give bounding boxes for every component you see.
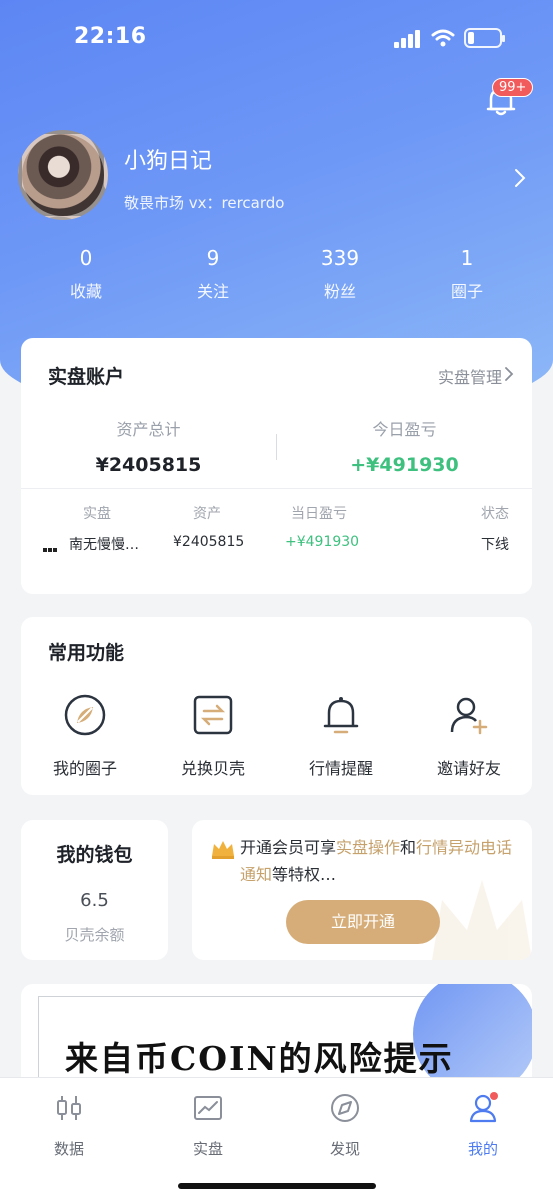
add-user-icon bbox=[450, 697, 488, 735]
tab-data[interactable]: 数据 bbox=[24, 1092, 114, 1159]
wallet-title: 我的钱包 bbox=[56, 844, 133, 866]
today-pnl: 今日盈亏 +¥491930 bbox=[277, 416, 532, 476]
total-assets-label: 资产总计 bbox=[116, 420, 181, 439]
exchange-icon bbox=[193, 695, 233, 735]
stat-value: 339 bbox=[320, 246, 360, 270]
tab-me[interactable]: 我的 bbox=[438, 1092, 528, 1159]
wallet-balance-label: 贝壳余额 bbox=[64, 926, 125, 944]
function-label: 行情提醒 bbox=[308, 759, 373, 778]
account-row-pnl: +¥491930 bbox=[285, 534, 360, 550]
promo-highlight: 实盘操作 bbox=[336, 838, 401, 857]
candlestick-icon bbox=[57, 1096, 81, 1120]
tab-label: 实盘 bbox=[192, 1140, 223, 1158]
wallet-balance: 6.5 bbox=[80, 890, 109, 911]
user-icon bbox=[469, 1092, 498, 1123]
stat-following[interactable]: 9 关注 bbox=[163, 246, 263, 302]
tab-label: 发现 bbox=[329, 1140, 360, 1158]
account-row-status: 下线 bbox=[481, 537, 509, 553]
chart-icon bbox=[194, 1096, 222, 1120]
bottom-tab-bar: 数据 实盘 发现 我的 bbox=[0, 1077, 553, 1200]
divider bbox=[21, 488, 532, 489]
column-header: 状态 bbox=[481, 506, 509, 522]
live-account-card: 实盘账户 实盘管理 资产总计 ¥2405815 今日盈亏 +¥491930 实盘… bbox=[21, 338, 532, 594]
battery-icon bbox=[464, 28, 505, 48]
card-title: 常用功能 bbox=[48, 642, 125, 664]
function-my-circle[interactable]: 我的圈子 bbox=[30, 693, 140, 779]
avatar[interactable] bbox=[18, 130, 108, 220]
column-header: 当日盈亏 bbox=[291, 506, 347, 522]
okx-logo-icon bbox=[43, 537, 63, 552]
stat-label: 收藏 bbox=[69, 282, 102, 301]
home-indicator bbox=[178, 1183, 376, 1189]
today-pnl-value: +¥491930 bbox=[350, 454, 459, 476]
promo-text-part: 开通会员可享 bbox=[240, 838, 337, 857]
membership-promo-card: 开通会员可享实盘操作和行情异动电话通知等特权… 立即开通 bbox=[192, 820, 532, 960]
chevron-right-icon[interactable] bbox=[504, 366, 514, 382]
stat-label: 粉丝 bbox=[323, 282, 356, 301]
total-assets: 资产总计 ¥2405815 bbox=[21, 416, 276, 476]
function-exchange-shells[interactable]: 兑换贝壳 bbox=[158, 693, 268, 779]
notification-badge: 99+ bbox=[492, 78, 534, 97]
bell-icon bbox=[323, 697, 359, 734]
account-row-name[interactable]: 南无慢慢… bbox=[69, 534, 139, 554]
total-assets-value: ¥2405815 bbox=[95, 454, 202, 476]
crown-icon bbox=[212, 841, 234, 859]
open-membership-button[interactable]: 立即开通 bbox=[286, 900, 440, 944]
chevron-right-icon[interactable] bbox=[514, 168, 526, 188]
tab-label: 数据 bbox=[53, 1140, 84, 1158]
account-row-assets: ¥2405815 bbox=[173, 534, 245, 550]
stat-followers[interactable]: 339 粉丝 bbox=[290, 246, 390, 302]
compass-icon bbox=[64, 694, 106, 736]
card-title: 实盘账户 bbox=[48, 366, 125, 388]
function-label: 兑换贝壳 bbox=[180, 759, 245, 778]
signal-icon bbox=[394, 30, 422, 48]
common-functions-card: 常用功能 我的圈子 兑换贝壳 行情提醒 邀请好友 bbox=[21, 617, 532, 795]
stat-favorites[interactable]: 0 收藏 bbox=[36, 246, 136, 302]
function-invite-friends[interactable]: 邀请好友 bbox=[414, 693, 524, 779]
stat-value: 0 bbox=[79, 246, 93, 270]
risk-banner-text: 来自币COIN的风险提示 bbox=[65, 1039, 454, 1078]
stat-circles[interactable]: 1 圈子 bbox=[417, 246, 517, 302]
account-manage-link[interactable]: 实盘管理 bbox=[438, 364, 502, 388]
stat-value: 9 bbox=[206, 246, 220, 270]
promo-text-part: 和 bbox=[400, 838, 417, 857]
tab-label: 我的 bbox=[467, 1140, 498, 1158]
today-pnl-label: 今日盈亏 bbox=[372, 420, 437, 439]
column-header: 资产 bbox=[193, 506, 221, 522]
tab-discover[interactable]: 发现 bbox=[300, 1092, 390, 1159]
wifi-icon bbox=[431, 29, 455, 47]
function-market-alert[interactable]: 行情提醒 bbox=[286, 693, 396, 779]
stat-label: 关注 bbox=[196, 282, 229, 301]
function-label: 邀请好友 bbox=[436, 759, 501, 778]
stat-value: 1 bbox=[460, 246, 474, 270]
promo-text: 开通会员可享实盘操作和行情异动电话通知等特权… bbox=[240, 834, 525, 888]
promo-text-part: 等特权… bbox=[272, 865, 337, 884]
compass-icon bbox=[331, 1094, 359, 1122]
function-label: 我的圈子 bbox=[52, 759, 117, 778]
status-bar: 22:16 bbox=[0, 22, 553, 54]
status-time: 22:16 bbox=[74, 24, 147, 49]
wallet-card[interactable]: 我的钱包 6.5 贝壳余额 bbox=[21, 820, 168, 960]
profile-name: 小狗日记 bbox=[124, 149, 213, 174]
stat-label: 圈子 bbox=[450, 282, 483, 301]
profile-subtitle: 敬畏市场 vx：rercardo bbox=[124, 194, 285, 212]
column-header: 实盘 bbox=[83, 506, 111, 522]
tab-live[interactable]: 实盘 bbox=[163, 1092, 253, 1159]
